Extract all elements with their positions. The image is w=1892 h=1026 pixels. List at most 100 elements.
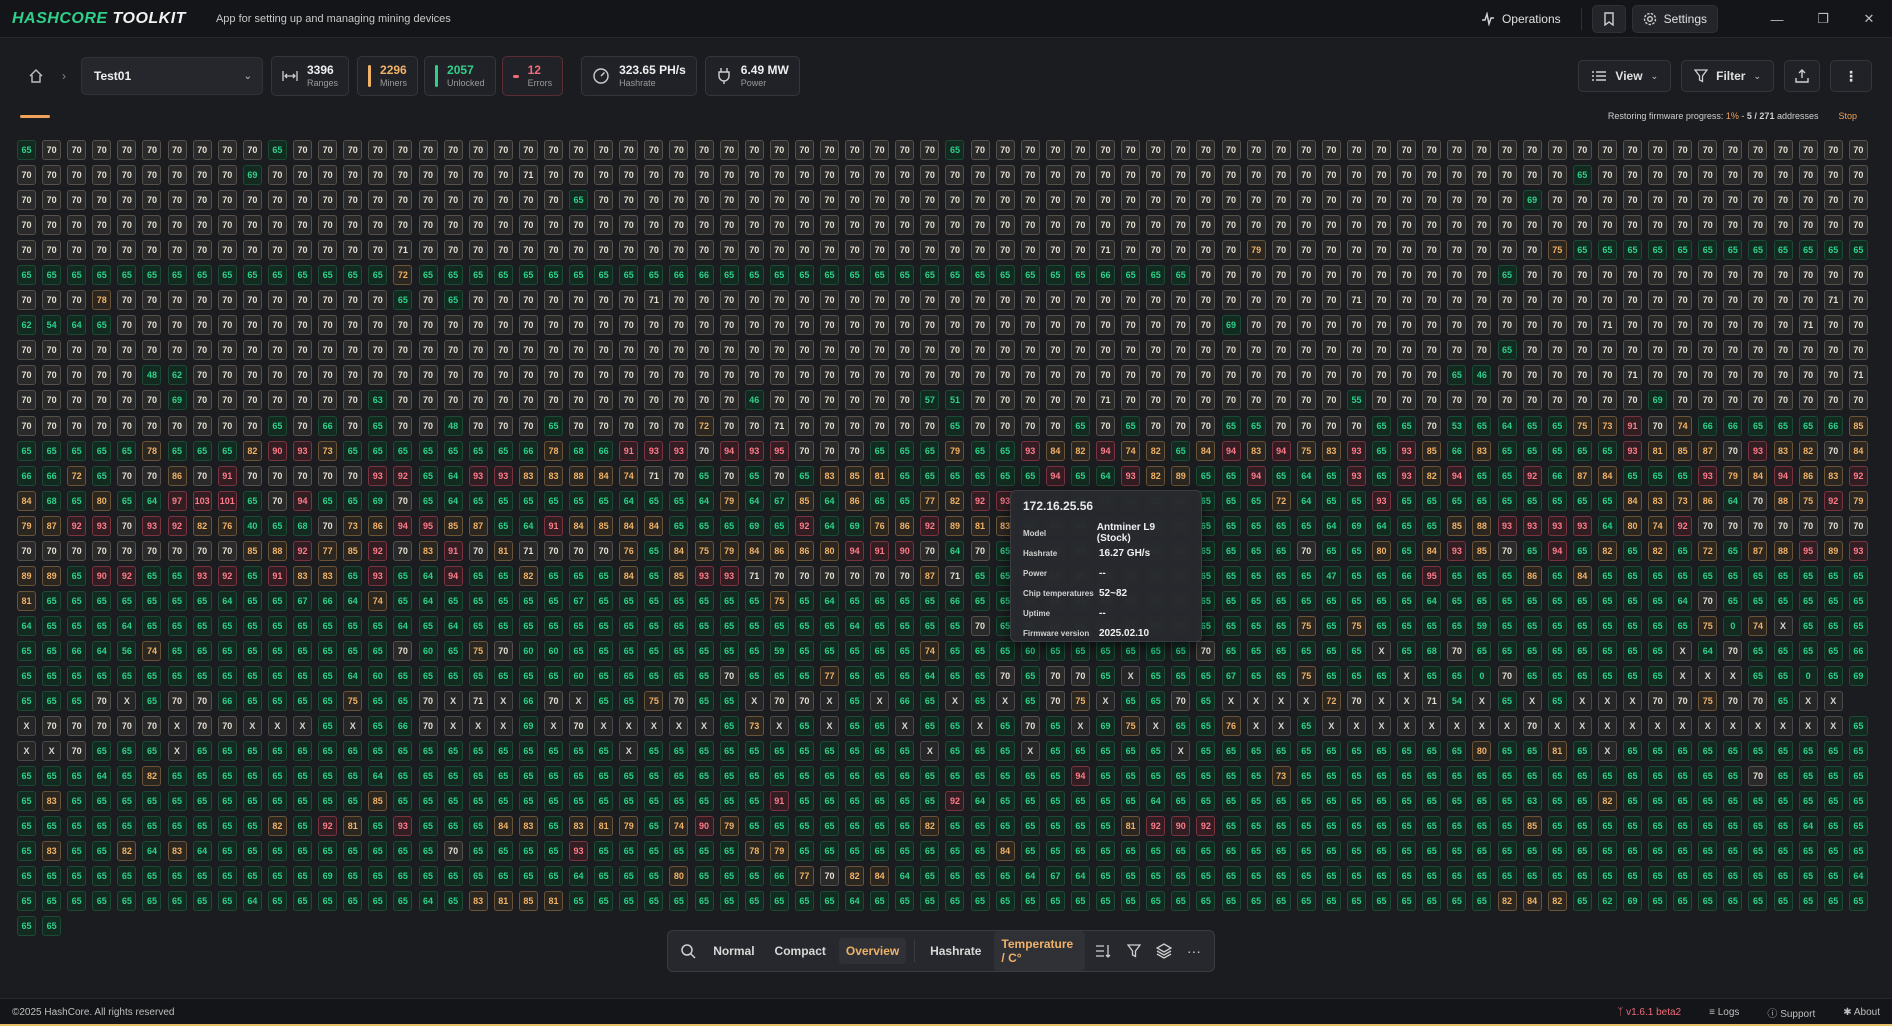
miner-cell[interactable]: 47 xyxy=(1321,565,1341,586)
miner-cell[interactable]: 79 xyxy=(1723,465,1743,486)
miner-cell[interactable]: 70 xyxy=(67,540,87,561)
miner-cell[interactable]: 82 xyxy=(1146,440,1166,461)
miner-cell[interactable]: 72 xyxy=(393,265,413,286)
miner-cell[interactable]: 65 xyxy=(1447,891,1467,912)
miner-cell[interactable]: 65 xyxy=(794,615,814,636)
miner-cell[interactable]: 46 xyxy=(1472,365,1492,386)
miner-cell[interactable]: 70 xyxy=(1196,240,1216,261)
miner-cell[interactable]: 65 xyxy=(468,590,488,611)
miner-cell[interactable]: 70 xyxy=(142,240,162,261)
miner-cell[interactable]: 70 xyxy=(769,390,789,411)
miner-cell[interactable]: 65 xyxy=(1296,866,1316,887)
miner-cell[interactable]: 81 xyxy=(870,465,890,486)
miner-cell[interactable]: 84 xyxy=(569,515,589,536)
miner-cell[interactable]: 65 xyxy=(1045,791,1065,812)
miner-cell[interactable]: 70 xyxy=(1648,691,1668,712)
miner-cell[interactable]: 93 xyxy=(1522,515,1542,536)
miner-cell[interactable]: 65 xyxy=(217,640,237,661)
miner-cell[interactable]: 70 xyxy=(117,290,137,311)
miner-cell[interactable]: 83 xyxy=(1472,440,1492,461)
miner-cell[interactable]: 65 xyxy=(1522,590,1542,611)
miner-cell[interactable]: 65 xyxy=(368,415,388,436)
miner-cell[interactable]: 70 xyxy=(644,215,664,236)
miner-cell[interactable]: 70 xyxy=(192,691,212,712)
miner-cell[interactable]: 82 xyxy=(142,766,162,787)
miner-cell[interactable]: 65 xyxy=(1673,891,1693,912)
miner-cell[interactable]: 70 xyxy=(117,540,137,561)
miner-cell[interactable]: 65 xyxy=(468,841,488,862)
miner-cell[interactable]: 70 xyxy=(920,165,940,186)
miner-cell[interactable]: 65 xyxy=(493,866,513,887)
miner-cell[interactable]: 65 xyxy=(1823,240,1843,261)
miner-cell[interactable]: 70 xyxy=(1623,140,1642,160)
miner-cell[interactable]: 70 xyxy=(1497,290,1517,311)
miner-cell[interactable]: 70 xyxy=(468,215,488,236)
miner-cell[interactable]: 70 xyxy=(845,215,865,236)
miner-cell[interactable]: 65 xyxy=(67,841,87,862)
miner-cell[interactable]: 70 xyxy=(1447,265,1467,286)
miner-cell[interactable]: 70 xyxy=(468,365,488,386)
miner-cell[interactable]: 70 xyxy=(995,290,1015,311)
miner-cell[interactable]: 70 xyxy=(393,140,413,160)
miner-cell[interactable]: 70 xyxy=(594,340,614,361)
miner-cell[interactable]: 70 xyxy=(820,866,839,887)
miner-cell[interactable]: 65 xyxy=(644,741,664,762)
miner-cell[interactable]: 65 xyxy=(569,190,589,211)
miner-cell[interactable]: 82 xyxy=(1597,540,1617,561)
maximize-button[interactable]: ❐ xyxy=(1800,11,1846,27)
miner-cell[interactable]: 65 xyxy=(744,615,764,636)
miner-cell[interactable]: 70 xyxy=(1723,440,1743,461)
miner-cell[interactable]: X xyxy=(1397,716,1417,737)
miner-cell[interactable]: 79 xyxy=(719,816,739,837)
miner-cell[interactable]: 65 xyxy=(669,841,689,862)
miner-cell[interactable]: 70 xyxy=(870,415,890,436)
miner-cell[interactable]: 85 xyxy=(443,515,463,536)
miner-cell[interactable]: 70 xyxy=(418,315,438,336)
miner-cell[interactable]: 70 xyxy=(468,415,488,436)
miner-cell[interactable]: 65 xyxy=(1096,816,1116,837)
miner-cell[interactable]: 65 xyxy=(368,440,388,461)
miner-cell[interactable]: 65 xyxy=(42,766,62,787)
miner-cell[interactable]: 65 xyxy=(167,816,187,837)
miner-cell[interactable]: 70 xyxy=(1070,290,1090,311)
miner-cell[interactable]: 81 xyxy=(594,816,614,837)
miner-cell[interactable]: 70 xyxy=(920,140,940,160)
miner-cell[interactable]: 86 xyxy=(845,490,865,511)
miner-cell[interactable]: 70 xyxy=(1372,340,1392,361)
miner-cell[interactable]: 70 xyxy=(368,165,388,186)
miner-cell[interactable]: 70 xyxy=(619,240,639,261)
miner-cell[interactable]: 70 xyxy=(1221,190,1241,211)
miner-cell[interactable]: 70 xyxy=(820,240,839,261)
miner-cell[interactable]: X xyxy=(1522,691,1542,712)
miner-cell[interactable]: 66 xyxy=(669,265,689,286)
miner-cell[interactable]: 70 xyxy=(694,140,714,160)
miner-cell[interactable]: 101 xyxy=(217,490,237,511)
miner-cell[interactable]: X xyxy=(1572,716,1592,737)
miner-cell[interactable]: X xyxy=(594,716,614,737)
miner-cell[interactable]: 65 xyxy=(1773,816,1793,837)
miner-cell[interactable]: 75 xyxy=(1296,665,1316,686)
miner-cell[interactable]: 77 xyxy=(820,665,839,686)
miner-cell[interactable]: 70 xyxy=(242,315,262,336)
miner-cell[interactable]: 65 xyxy=(719,640,739,661)
miner-cell[interactable]: 70 xyxy=(1321,315,1341,336)
miner-cell[interactable]: 65 xyxy=(694,515,714,536)
miner-cell[interactable]: X xyxy=(343,716,363,737)
miner-cell[interactable]: 70 xyxy=(870,190,890,211)
miner-cell[interactable]: 54 xyxy=(42,315,62,336)
miner-cell[interactable]: 70 xyxy=(1447,215,1467,236)
miner-cell[interactable]: 70 xyxy=(694,215,714,236)
miner-cell[interactable]: 70 xyxy=(493,215,513,236)
miner-cell[interactable]: 64 xyxy=(945,540,965,561)
miner-cell[interactable]: 94 xyxy=(1773,465,1793,486)
miner-cell[interactable]: 65 xyxy=(1146,640,1166,661)
miner-cell[interactable]: 70 xyxy=(92,365,112,386)
miner-cell[interactable]: 65 xyxy=(1070,415,1090,436)
miner-cell[interactable]: 65 xyxy=(995,465,1015,486)
miner-cell[interactable]: 70 xyxy=(1773,215,1793,236)
miner-cell[interactable]: 66 xyxy=(42,465,62,486)
miner-cell[interactable]: 65 xyxy=(594,791,614,812)
miner-cell[interactable]: 70 xyxy=(669,390,689,411)
miner-cell[interactable]: 84 xyxy=(870,866,890,887)
miner-cell[interactable]: 65 xyxy=(92,866,112,887)
